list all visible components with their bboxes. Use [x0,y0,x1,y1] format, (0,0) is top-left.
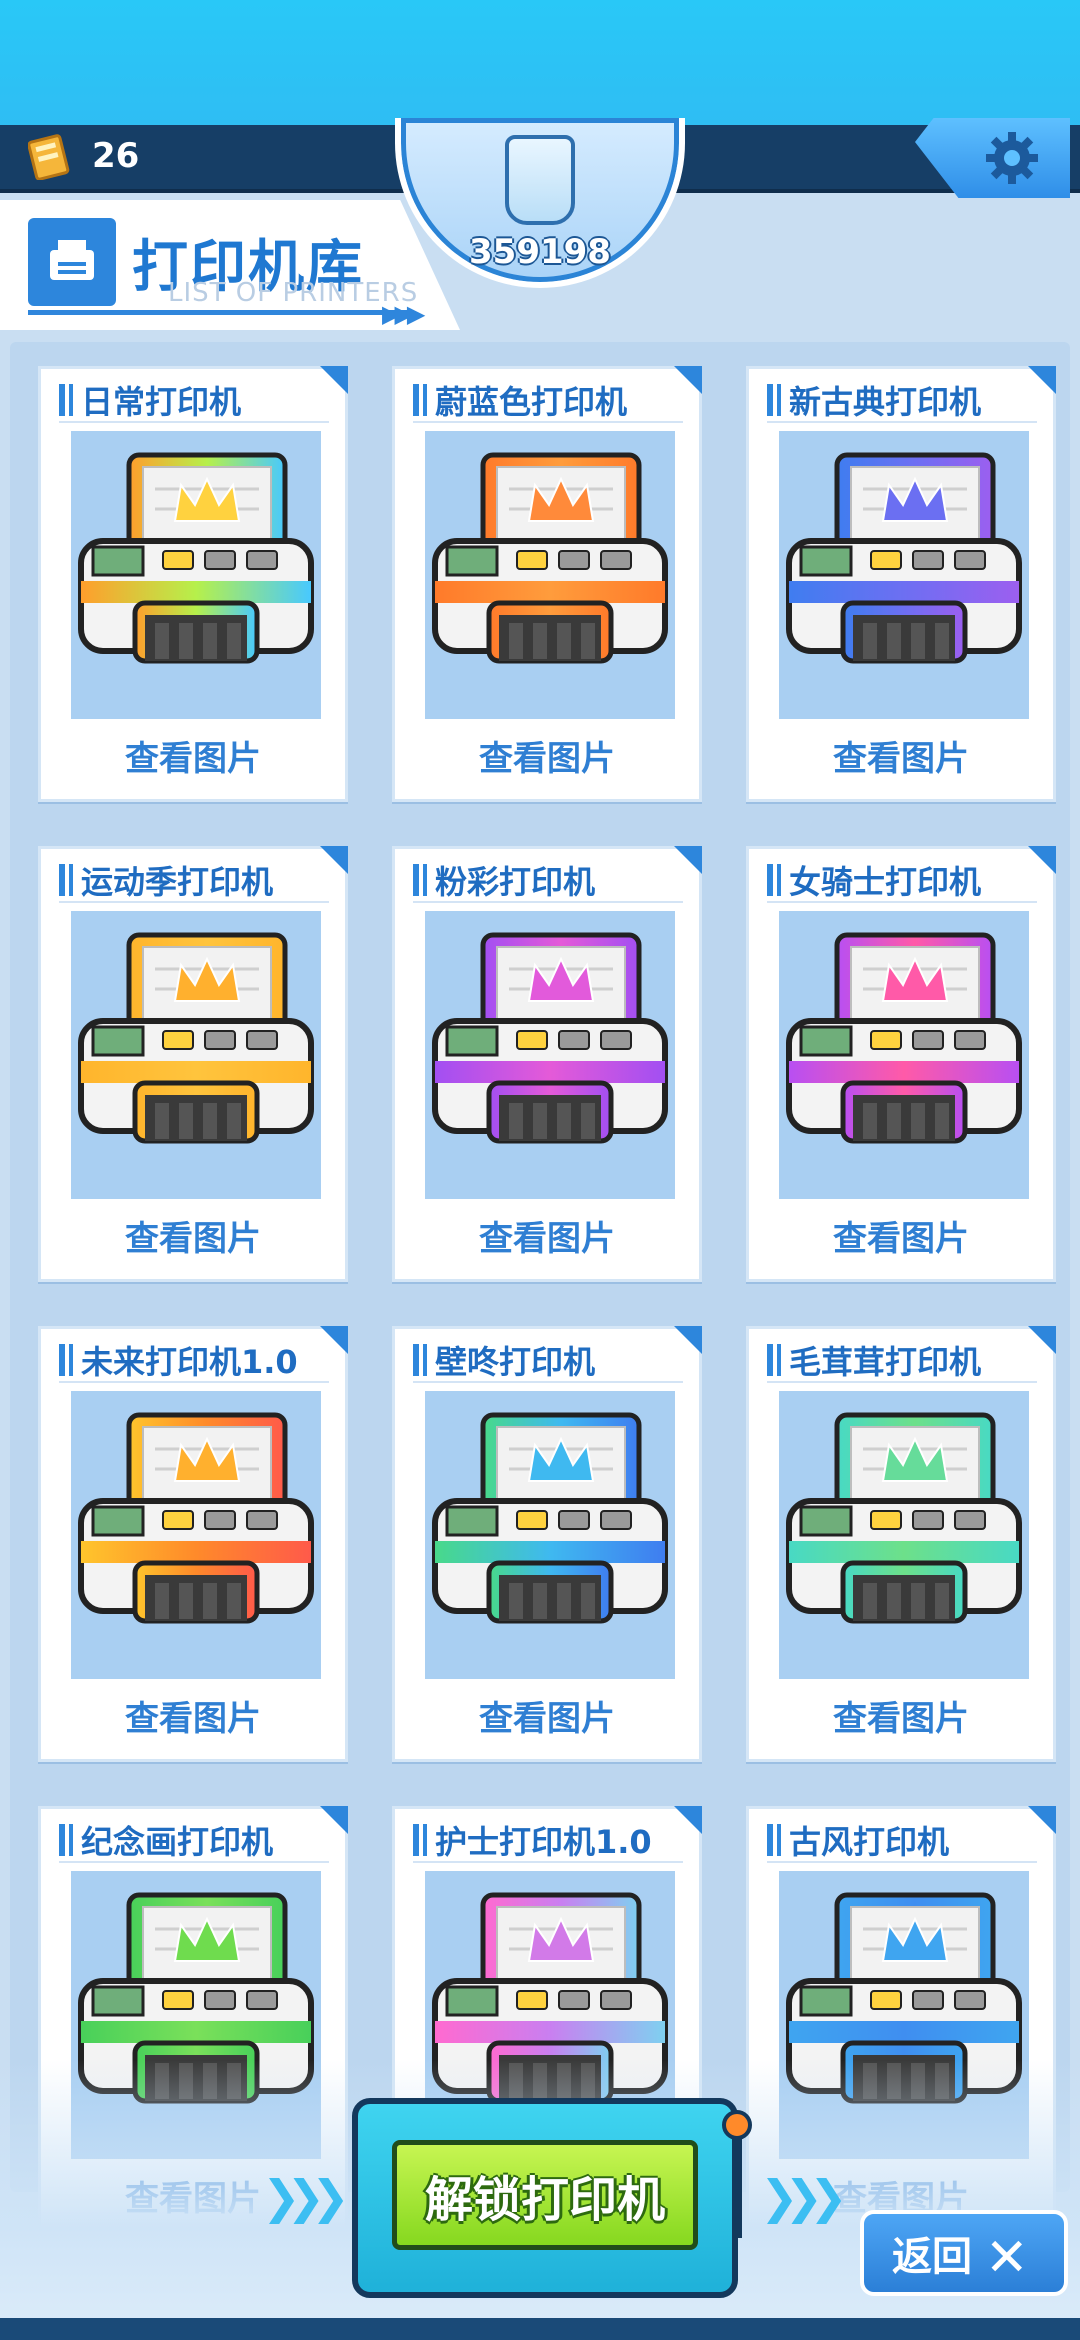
printer-name: 壁咚打印机 [413,1339,683,1383]
printer-name: 粉彩打印机 [413,859,683,903]
printer-grid: 日常打印机 查看图片 蔚蓝色打印机 查看图片 新古典打印机 查看图片 运动季打印… [38,366,1058,2242]
printer-name: 蔚蓝色打印机 [413,379,683,423]
printer-name-text: 蔚蓝色打印机 [435,383,628,421]
view-image-button[interactable]: 查看图片 [395,731,699,780]
jar-icon [505,135,575,225]
printer-name: 运动季打印机 [59,859,329,903]
ticket-icon [28,134,70,180]
printer-image [71,431,321,719]
bottom-strip [0,2318,1080,2340]
printer-image [425,911,675,1199]
printer-library-icon [28,218,116,306]
back-label: 返回 [892,2234,972,2280]
printer-name: 日常打印机 [59,379,329,423]
printer-card[interactable]: 运动季打印机 查看图片 [38,846,348,1282]
back-button[interactable]: 返回 [860,2210,1068,2296]
printer-card[interactable]: 新古典打印机 查看图片 [746,366,1056,802]
printer-card[interactable]: 蔚蓝色打印机 查看图片 [392,366,702,802]
printer-name: 古风打印机 [767,1819,1037,1863]
printer-image [779,431,1029,719]
printer-name: 纪念画打印机 [59,1819,329,1863]
printer-name-text: 新古典打印机 [789,383,982,421]
crossed-tools-icon: ✕ [985,2228,1029,2288]
printer-image [425,1391,675,1679]
view-image-button[interactable]: 查看图片 [749,1691,1053,1740]
printer-icon [786,932,1022,1144]
lever-ball-icon [722,2110,752,2140]
view-image-button[interactable]: 查看图片 [395,1211,699,1260]
printer-card[interactable]: 壁咚打印机 查看图片 [392,1326,702,1762]
printer-image [425,431,675,719]
printer-icon [432,452,668,664]
printer-icon [78,932,314,1144]
printer-icon [786,452,1022,664]
view-image-button[interactable]: 查看图片 [749,731,1053,780]
printer-icon [78,452,314,664]
view-image-button[interactable]: 查看图片 [749,1211,1053,1260]
arrow-decoration-icon: ▶▶▶ [382,300,425,328]
printer-card[interactable]: 毛茸茸打印机 查看图片 [746,1326,1056,1762]
printer-icon [432,932,668,1144]
printer-card[interactable]: 女骑士打印机 查看图片 [746,846,1056,1282]
chevrons-left-icon: ❯❯❯ [262,2170,350,2224]
printer-name: 未来打印机1.0 [59,1339,329,1383]
printer-name: 新古典打印机 [767,379,1037,423]
printer-name: 毛茸茸打印机 [767,1339,1037,1383]
ticket-count: 26 [92,136,140,176]
view-image-button[interactable]: 查看图片 [41,731,345,780]
printer-card[interactable]: 粉彩打印机 查看图片 [392,846,702,1282]
printer-image [779,1391,1029,1679]
printer-name: 护士打印机1.0 [413,1819,683,1863]
view-image-button[interactable]: 查看图片 [41,1211,345,1260]
printer-name-text: 日常打印机 [81,383,242,421]
view-image-button[interactable]: 查看图片 [41,1691,345,1740]
printer-image [71,1391,321,1679]
printer-name: 女骑士打印机 [767,859,1037,903]
printer-name-text: 纪念画打印机 [81,1823,274,1861]
printer-name-text: 运动季打印机 [81,863,274,901]
printer-name-text: 女骑士打印机 [789,863,982,901]
printer-name-text: 壁咚打印机 [435,1343,596,1381]
printer-icon [78,1412,314,1624]
chevrons-right-icon: ❯❯❯ [760,2170,848,2224]
title-underline [28,310,408,315]
printer-image [779,911,1029,1199]
score-value: 359198 [469,232,611,272]
printer-name-text: 毛茸茸打印机 [789,1343,982,1381]
printer-card[interactable]: 日常打印机 查看图片 [38,366,348,802]
printer-name-text: 粉彩打印机 [435,863,596,901]
sky-background [0,0,1080,130]
printer-name-text: 古风打印机 [789,1823,950,1861]
gear-icon [986,132,1038,184]
printer-image [71,911,321,1199]
page-subtitle: LIST OF PRINTERS [168,278,419,308]
printer-name-text: 护士打印机1.0 [435,1823,652,1861]
unlock-printer-button[interactable]: 解锁打印机 [392,2140,698,2250]
view-image-button[interactable]: 查看图片 [395,1691,699,1740]
printer-card[interactable]: 未来打印机1.0 查看图片 [38,1326,348,1762]
printer-icon [432,1412,668,1624]
printer-name-text: 未来打印机1.0 [81,1343,298,1381]
printer-icon [786,1412,1022,1624]
